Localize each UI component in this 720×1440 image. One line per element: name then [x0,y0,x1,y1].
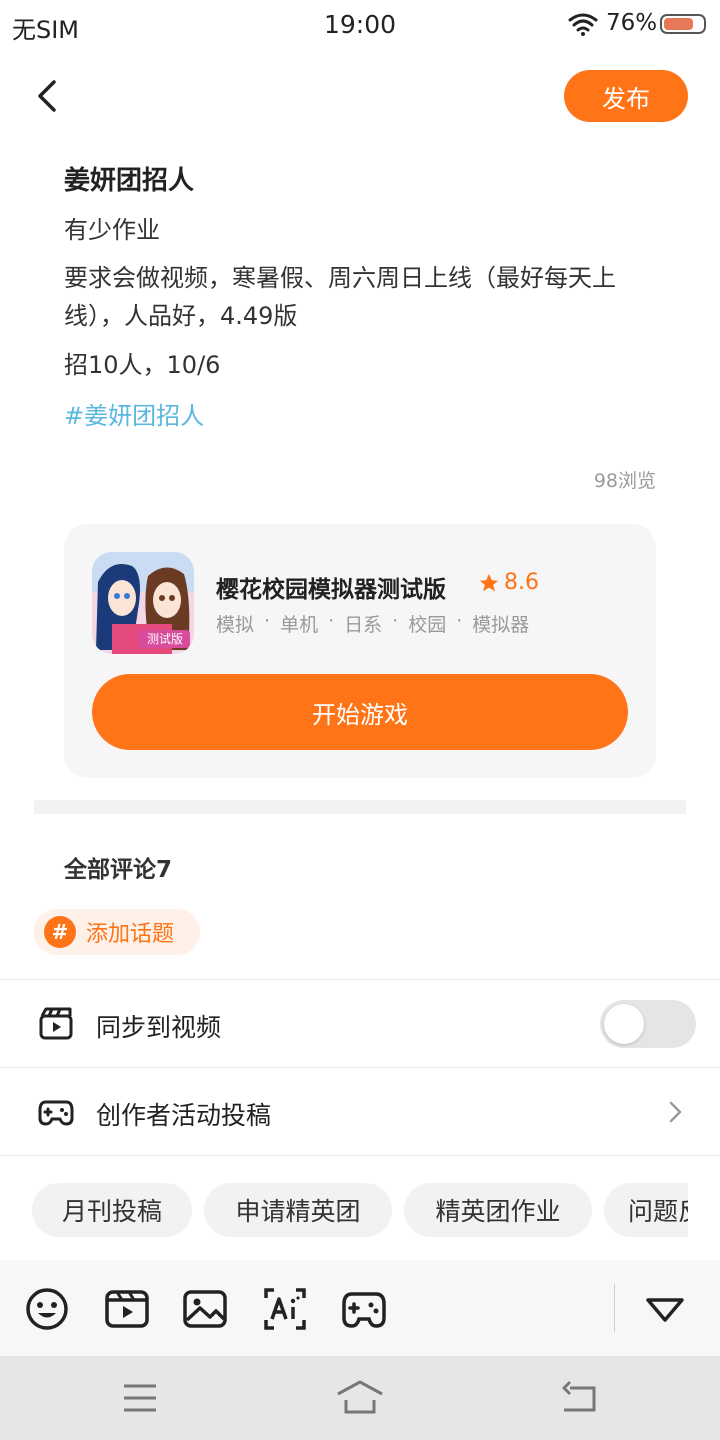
clapperboard-icon [39,1007,73,1040]
view-count: 98浏览 [593,470,656,492]
start-game-button[interactable]: 开始游戏 [92,674,628,750]
chip-feedback[interactable]: 问题反馈 [604,1183,688,1237]
system-nav-bar [0,1356,720,1440]
add-topic-button[interactable]: # 添加话题 [34,909,200,955]
toolbar-separator [614,1284,615,1332]
game-tag: 校园 [408,614,447,636]
chevron-right-icon [669,1101,682,1123]
collapse-triangle-icon[interactable] [642,1286,688,1332]
back-arrow-icon[interactable] [28,74,68,118]
game-card[interactable]: 测试版 樱花校园模拟器测试版 8.6 模拟 · 单机 · 日系 · 校园 · 模… [64,524,656,778]
quick-chips-row: 月刊投稿 申请精英团 精英团作业 问题反馈 [32,1183,688,1237]
game-rating: 8.6 [478,570,539,595]
battery-percent: 76% [606,10,658,36]
video-icon[interactable] [104,1286,150,1332]
image-icon[interactable] [182,1286,228,1332]
sync-video-toggle[interactable] [600,1000,696,1048]
chip-apply-elite[interactable]: 申请精英团 [204,1183,392,1237]
sync-video-row: 同步到视频 [0,979,720,1067]
post-line: 招10人，10/6 [64,351,221,379]
chip-monthly-submission[interactable]: 月刊投稿 [32,1183,192,1237]
hashtag-icon: # [44,916,76,948]
game-tag: 模拟 [216,614,255,636]
battery-icon [660,14,706,34]
game-tag: 模拟器 [472,614,530,636]
sync-video-label: 同步到视频 [96,1013,222,1042]
ai-text-icon[interactable] [262,1286,308,1332]
emoji-icon[interactable] [24,1286,70,1332]
back-icon[interactable] [556,1378,604,1418]
post-hashtag[interactable]: #姜妍团招人 [64,396,204,431]
home-icon[interactable] [336,1378,384,1418]
section-divider [34,800,686,814]
publish-button[interactable]: 发布 [564,70,688,122]
toggle-knob [604,1004,644,1044]
status-bar: 无SIM 19:00 76% [0,0,720,50]
tag-separator: · [392,610,399,632]
menu-icon[interactable] [116,1378,164,1418]
comments-title: 全部评论7 [64,857,173,883]
game-controller-icon[interactable] [341,1286,387,1332]
post-line: 要求会做视频，寒暑假、周六周日上线（最好每天上线），人品好，4.49版 [64,264,616,330]
chip-elite-homework[interactable]: 精英团作业 [404,1183,592,1237]
game-icon-badge: 测试版 [146,632,183,646]
battery-fill [664,18,693,30]
tag-separator: · [328,610,335,632]
rating-value: 8.6 [504,570,539,595]
post-line: 有少作业 [64,216,160,244]
game-name: 樱花校园模拟器测试版 [216,577,446,603]
game-icon: 测试版 [92,552,194,654]
game-tags: 模拟 · 单机 · 日系 · 校园 · 模拟器 [216,610,529,637]
game-tag: 单机 [280,614,319,636]
post-title: 姜妍团招人 [64,166,195,196]
editor-toolbar [0,1260,720,1356]
star-icon [479,573,499,591]
wifi-icon [568,13,598,36]
add-topic-label: 添加话题 [86,922,175,947]
tag-separator: · [456,610,463,632]
creator-activity-label: 创作者活动投稿 [96,1101,272,1130]
game-tag: 日系 [344,614,383,636]
game-controller-icon [38,1100,74,1126]
row-divider [0,1155,720,1156]
creator-activity-row[interactable]: 创作者活动投稿 [0,1067,720,1155]
tag-separator: · [264,610,271,632]
